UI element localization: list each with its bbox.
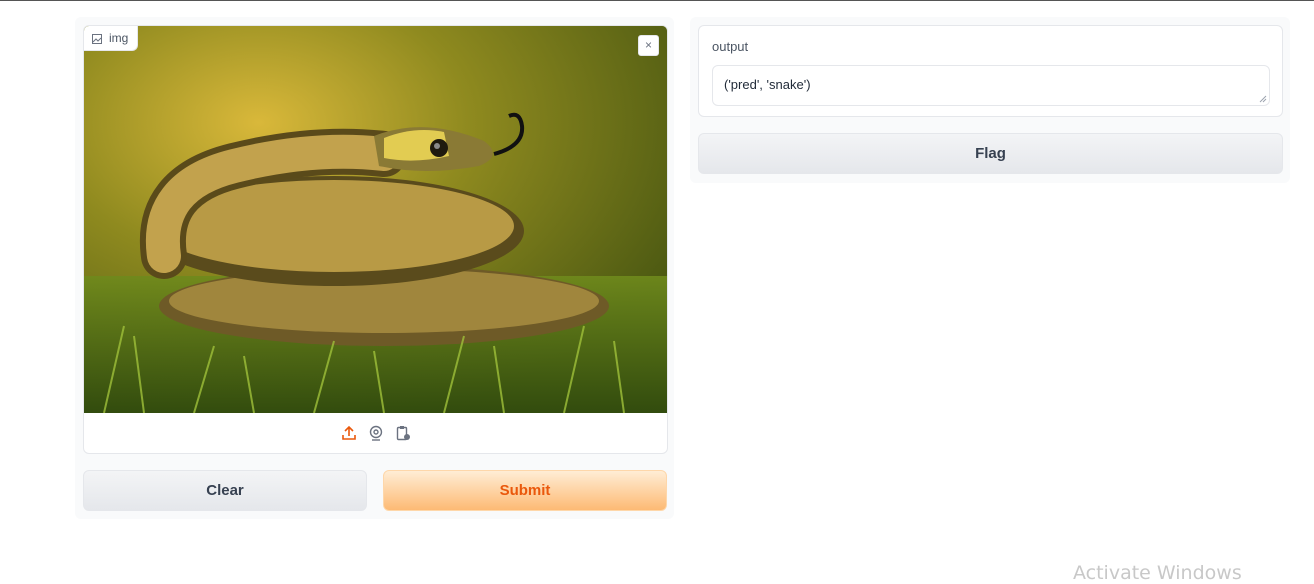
image-input: img × — [83, 25, 668, 454]
flag-button[interactable]: Flag — [698, 133, 1283, 174]
image-label-text: img — [109, 31, 129, 45]
output-value: ('pred', 'snake') — [724, 77, 811, 92]
image-label: img — [84, 26, 139, 51]
snake-image — [84, 26, 667, 413]
image-icon — [92, 33, 102, 44]
top-border — [0, 0, 1314, 1]
webcam-icon[interactable] — [368, 425, 384, 441]
output-value-field[interactable]: ('pred', 'snake') — [712, 65, 1270, 106]
output-label: output — [712, 39, 749, 54]
clear-image-button[interactable]: × — [638, 35, 659, 56]
uploaded-image[interactable] — [84, 26, 667, 413]
output-textbox: output ('pred', 'snake') — [698, 25, 1283, 117]
submit-button[interactable]: Submit — [383, 470, 667, 511]
clipboard-icon[interactable] — [395, 425, 411, 441]
windows-activation-watermark: Activate Windows — [1073, 562, 1242, 584]
resize-handle-icon[interactable] — [1259, 95, 1267, 103]
clear-button[interactable]: Clear — [83, 470, 367, 511]
upload-icon[interactable] — [341, 425, 357, 441]
source-selector — [84, 413, 667, 453]
